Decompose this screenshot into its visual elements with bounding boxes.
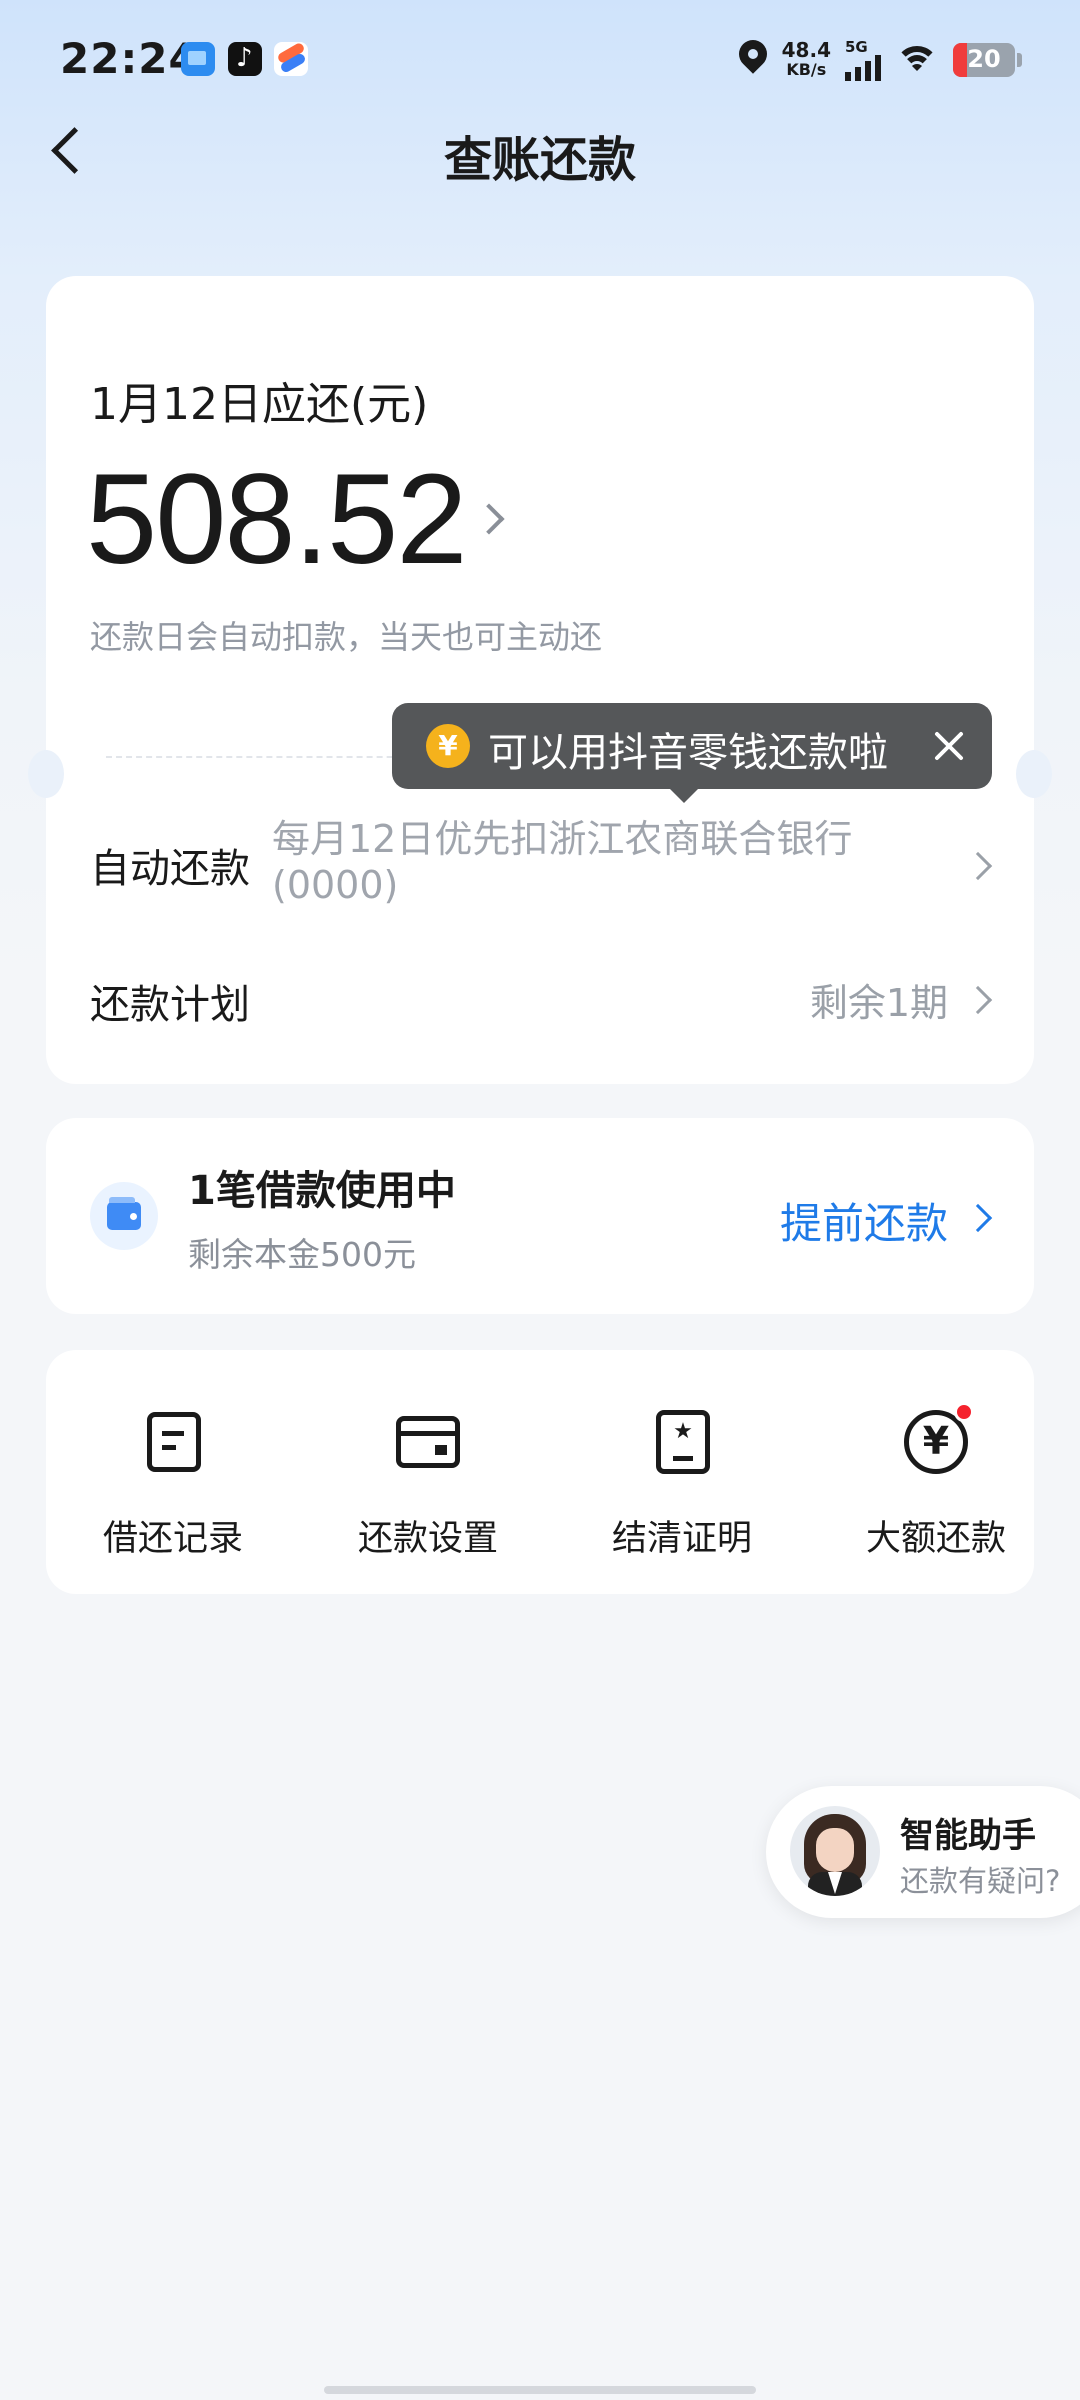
- prepay-button[interactable]: 提前还款: [780, 1190, 948, 1251]
- app-notification-icon: [274, 42, 308, 76]
- wifi-icon: [895, 42, 939, 78]
- page-title: 查账还款: [443, 132, 636, 188]
- loan-title: 1笔借款使用中: [188, 1168, 456, 1214]
- location-icon: [738, 40, 768, 80]
- record-icon: [147, 1412, 201, 1472]
- chevron-right-icon: [963, 985, 993, 1015]
- action-records[interactable]: 借还记录: [58, 1350, 288, 1594]
- douyin-notification-icon: [228, 42, 262, 76]
- network-speed: 48.4 KB/s: [782, 40, 831, 80]
- auto-deduct-note: 还款日会自动扣款，当天也可主动还: [90, 618, 603, 656]
- battery-level: 20: [967, 45, 1001, 73]
- auto-repay-label: 自动还款: [90, 846, 250, 892]
- assistant-title: 智能助手: [900, 1816, 1036, 1856]
- remaining-principal: 剩余本金500元: [188, 1235, 416, 1274]
- certificate-icon: [656, 1410, 710, 1474]
- close-icon[interactable]: [928, 725, 970, 767]
- action-label: 结清证明: [611, 1519, 752, 1559]
- action-label: 大额还款: [865, 1519, 1006, 1559]
- status-bar: 22:24 48.4 KB/s 5G 20: [0, 0, 1080, 120]
- notification-badge: [954, 1402, 974, 1422]
- quick-actions-card: 借还记录 还款设置 结清证明 ¥ 大额还款: [46, 1350, 1034, 1594]
- chevron-right-icon[interactable]: [473, 503, 505, 535]
- action-label: 还款设置: [357, 1519, 498, 1559]
- action-label: 借还记录: [102, 1519, 243, 1559]
- wallet-icon-wrap: [90, 1182, 158, 1250]
- battery-icon: 20: [953, 43, 1015, 77]
- repay-plan-value: 剩余1期: [809, 981, 948, 1025]
- action-large-repayment[interactable]: ¥ 大额还款: [821, 1350, 1051, 1594]
- assistant-subtitle: 还款有疑问?: [900, 1864, 1061, 1898]
- network-speed-unit: KB/s: [786, 60, 827, 79]
- wallet-icon: [107, 1197, 141, 1230]
- auto-repay-value: 每月12日优先扣浙江农商联合银行(0000): [272, 817, 853, 907]
- status-indicators: 48.4 KB/s 5G 20: [738, 36, 1022, 84]
- chevron-right-icon: [963, 851, 993, 881]
- due-date-label: 1月12日应还(元): [90, 379, 429, 430]
- due-amount[interactable]: 508.52: [86, 446, 467, 593]
- loan-card: 1笔借款使用中 剩余本金500元 提前还款: [46, 1118, 1034, 1314]
- douyin-balance-tooltip[interactable]: ¥ 可以用抖音零钱还款啦: [392, 703, 992, 803]
- bill-card: 1月12日应还(元) 508.52 还款日会自动扣款，当天也可主动还 自动还款 …: [28, 276, 1052, 1084]
- card-notch: [1016, 750, 1052, 798]
- chevron-right-icon[interactable]: [963, 1203, 993, 1233]
- home-indicator[interactable]: [324, 2386, 756, 2394]
- page: 22:24 48.4 KB/s 5G 20: [0, 0, 1080, 2400]
- card-notch: [28, 750, 64, 798]
- action-repay-settings[interactable]: 还款设置: [313, 1350, 543, 1594]
- network-speed-value: 48.4: [781, 38, 831, 62]
- coin-icon: ¥: [426, 724, 470, 768]
- cellular-signal-icon: 5G: [845, 37, 881, 81]
- action-settlement-certificate[interactable]: 结清证明: [567, 1350, 797, 1594]
- tooltip-text: 可以用抖音零钱还款啦: [488, 730, 888, 776]
- repay-plan-label: 还款计划: [90, 982, 250, 1028]
- assistant-avatar: [790, 1806, 880, 1896]
- card-icon: [396, 1416, 460, 1468]
- app-notification-icon: [181, 42, 215, 76]
- network-type: 5G: [845, 37, 868, 56]
- smart-assistant-button[interactable]: 智能助手 还款有疑问?: [766, 1786, 1080, 1918]
- status-time: 22:24: [60, 34, 199, 83]
